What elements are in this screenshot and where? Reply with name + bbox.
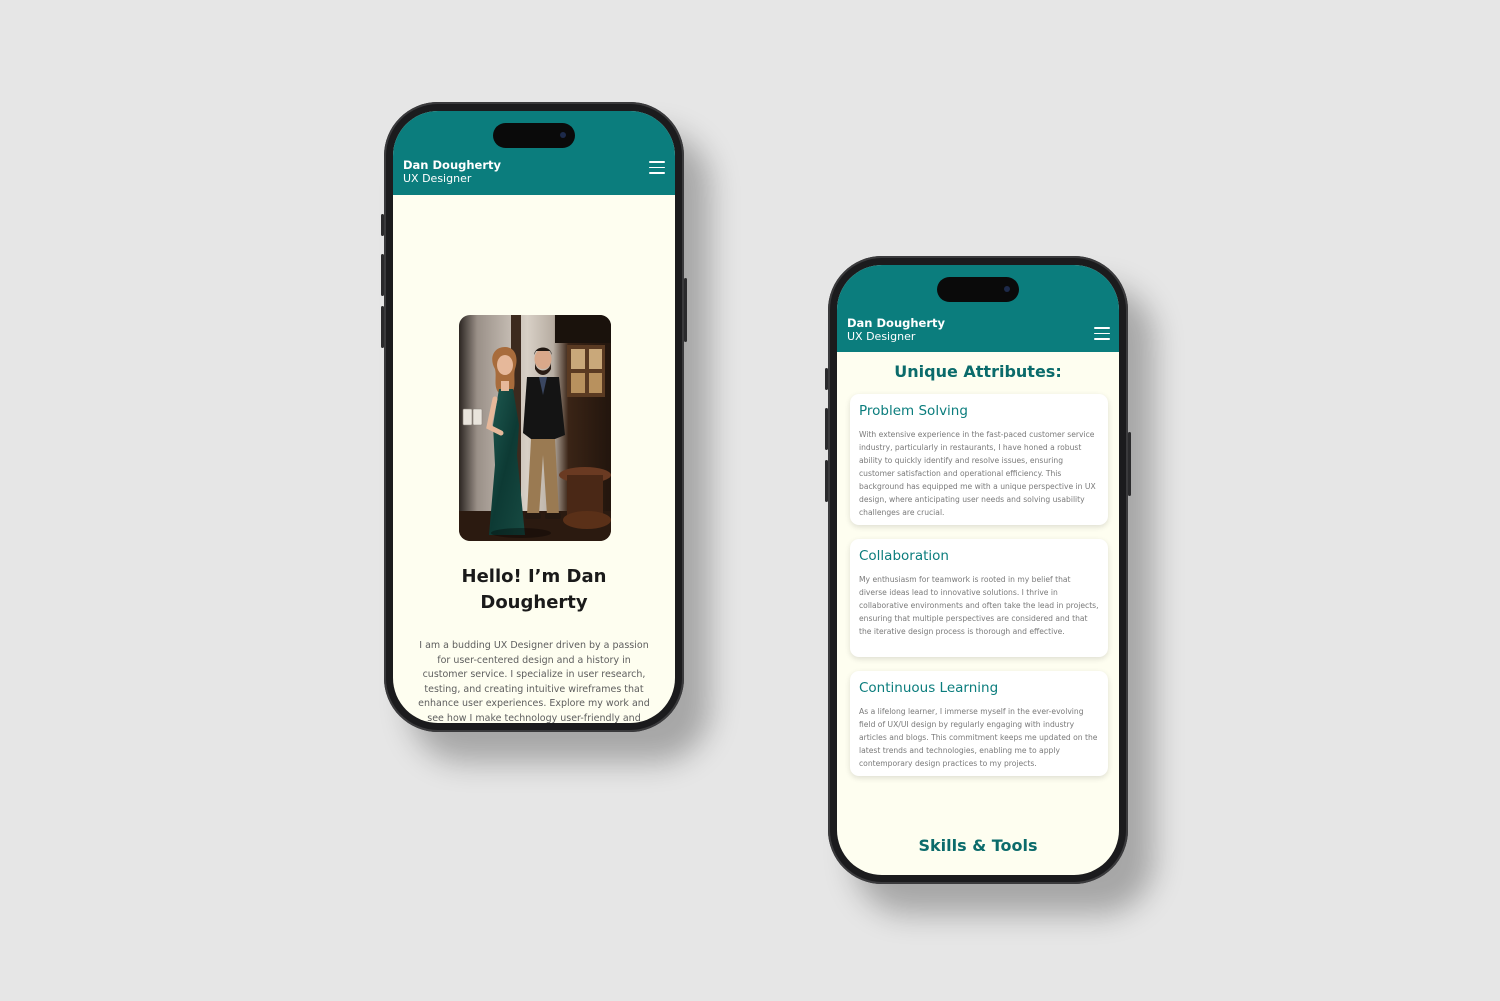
volume-up-button (381, 254, 384, 296)
attribute-card-title: Problem Solving (859, 403, 968, 419)
hamburger-menu-icon[interactable] (1094, 326, 1110, 340)
attribute-card-collaboration: Collaboration My enthusiasm for teamwork… (850, 539, 1108, 657)
hero-title: Hello! I’m Dan Dougherty (461, 566, 607, 613)
profile-photo-illustration (459, 315, 611, 541)
phone-screen: Dan Dougherty UX Designer Unique Attribu… (837, 265, 1119, 875)
brand[interactable]: Dan Dougherty UX Designer (403, 158, 501, 186)
brand-role: UX Designer (847, 330, 916, 343)
profile-photo (459, 315, 611, 541)
attribute-card-title: Collaboration (859, 548, 949, 564)
brand-name: Dan Dougherty (403, 158, 502, 172)
camera-icon (1004, 286, 1010, 292)
mockup-stage: Dan Dougherty UX Designer Hello! I’m Dan… (0, 0, 1500, 1001)
brand-role: UX Designer (403, 172, 472, 185)
action-button (825, 368, 828, 390)
action-button (381, 214, 384, 236)
hero-intro-text: I am a budding UX Designer driven by a p… (418, 640, 650, 723)
camera-icon (560, 132, 566, 138)
attribute-card-text: As a lifelong learner, I immerse myself … (859, 707, 1098, 768)
phone-mockup-home: Dan Dougherty UX Designer Hello! I’m Dan… (381, 102, 687, 732)
attribute-card-continuous-learning: Continuous Learning As a lifelong learne… (850, 671, 1108, 776)
dynamic-island (493, 123, 575, 148)
dynamic-island (937, 277, 1019, 302)
phone-mockup-attributes: Dan Dougherty UX Designer Unique Attribu… (825, 256, 1131, 884)
section-title-skills-tools: Skills & Tools (918, 836, 1038, 855)
attribute-card-problem-solving: Problem Solving With extensive experienc… (850, 394, 1108, 525)
phone-screen: Dan Dougherty UX Designer Hello! I’m Dan… (393, 111, 675, 723)
brand[interactable]: Dan Dougherty UX Designer (847, 316, 945, 344)
section-title-unique-attributes: Unique Attributes: (894, 362, 1062, 381)
attribute-card-text: With extensive experience in the fast-pa… (859, 430, 1096, 517)
volume-up-button (825, 408, 828, 450)
volume-down-button (825, 460, 828, 502)
volume-down-button (381, 306, 384, 348)
power-button (1128, 432, 1131, 496)
power-button (684, 278, 687, 342)
attribute-card-text: My enthusiasm for teamwork is rooted in … (859, 575, 1099, 636)
brand-name: Dan Dougherty (847, 316, 946, 330)
attribute-card-title: Continuous Learning (859, 680, 999, 696)
hamburger-menu-icon[interactable] (649, 160, 665, 174)
